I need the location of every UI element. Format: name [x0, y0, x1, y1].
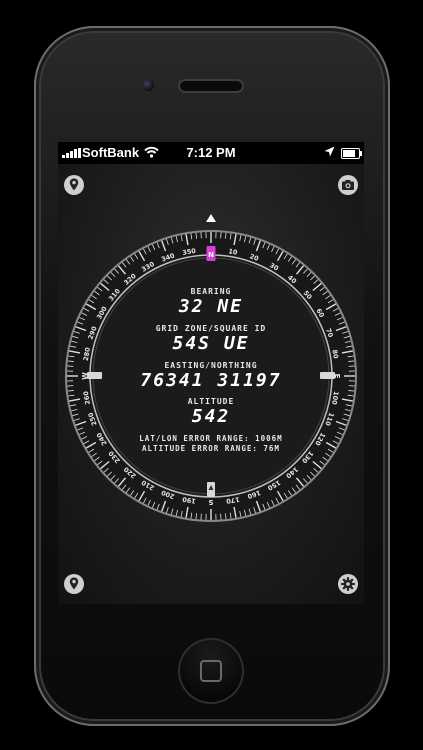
altitude-label: ALTITUDE [187, 397, 235, 406]
bearing-value: 32 NE [178, 296, 244, 317]
front-camera [142, 79, 154, 91]
home-button[interactable] [178, 638, 244, 704]
latlon-error-text: LAT/LON ERROR RANGE: 1006M [139, 434, 283, 443]
heading-pointer-icon [206, 214, 216, 222]
altitude-error-text: ALTITUDE ERROR RANGE: 76M [142, 444, 280, 453]
altitude-value: 542 [191, 406, 231, 427]
grid-zone-value: 54S UE [172, 333, 250, 354]
home-square-icon [200, 660, 222, 682]
grid-zone-label: GRID ZONE/SQUARE ID [155, 324, 267, 333]
easting-northing-value: 76341 31197 [140, 370, 282, 391]
svg-text:N: N [208, 251, 214, 259]
app-screen: SoftBank 7:12 PM 10 20 30 40 50 60 70 80… [58, 142, 364, 604]
compass-degree-label: S [208, 498, 213, 506]
earpiece-speaker [178, 79, 244, 93]
bearing-label: BEARING [190, 287, 232, 296]
easting-northing-label: EASTING/NORTHING [164, 361, 258, 370]
